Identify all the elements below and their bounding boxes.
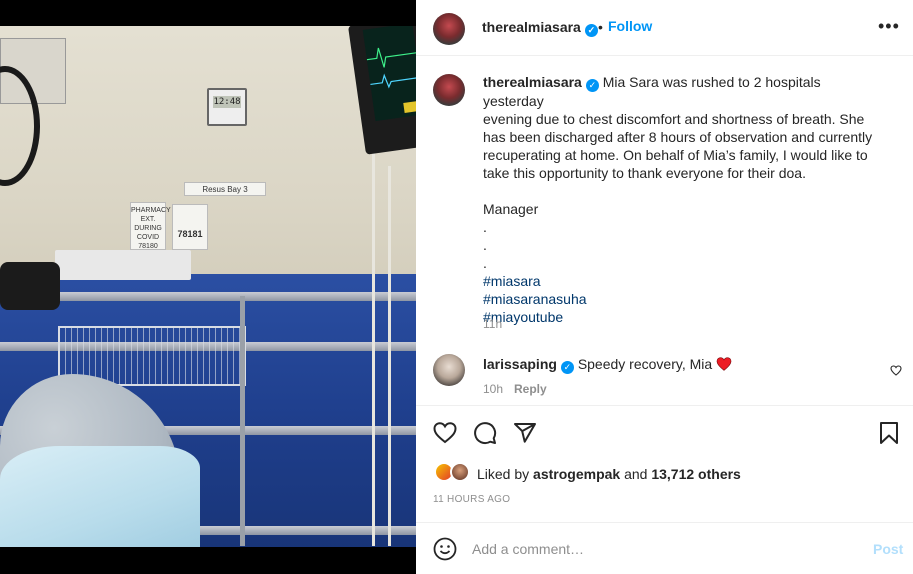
author-avatar[interactable]: [433, 13, 465, 45]
post-photo[interactable]: 12:48 Resus Bay 3 PHARMACY EXT. DURING C…: [0, 0, 416, 574]
caption-line-4: recuperating at home. On behalf of Mia’s…: [483, 147, 868, 163]
separator-dot: •: [598, 19, 603, 35]
hashtag-link[interactable]: #miasaranasuha: [483, 290, 883, 308]
comment-text: Speedy recovery, Mia: [577, 356, 713, 372]
commenter-username[interactable]: larissaping: [483, 356, 557, 372]
caption-signoff: Manager: [483, 201, 539, 217]
caption-line-2: evening due to chest discomfort and shor…: [483, 111, 865, 127]
post-actions: Liked by astrogempak and 13,712 others 1…: [416, 405, 913, 521]
comment-item: larissaping ✓ Speedy recovery, Mia: [483, 356, 732, 374]
comment-like-heart-icon[interactable]: [890, 363, 902, 379]
comment-input[interactable]: [472, 539, 852, 559]
post-caption: therealmiasara ✓ Mia Sara was rushed to 2…: [483, 73, 883, 326]
hashtag-link[interactable]: #miasara: [483, 272, 883, 290]
comment-bubble-icon[interactable]: [473, 421, 497, 448]
caption-dot: .: [483, 219, 487, 235]
sign-pharmacy: PHARMACY EXT. DURING COVID 78180: [130, 202, 171, 250]
instagram-post-modal: 12:48 Resus Bay 3 PHARMACY EXT. DURING C…: [0, 0, 913, 574]
liker-avatar[interactable]: [450, 462, 470, 482]
share-send-icon[interactable]: [513, 421, 537, 448]
sign-extension: 78181: [172, 204, 208, 250]
hashtag-link[interactable]: #miayoutube: [483, 308, 883, 326]
likes-count[interactable]: 13,712 others: [651, 466, 741, 482]
emoji-smiley-icon[interactable]: [433, 537, 457, 564]
liked-by-summary: Liked by astrogempak and 13,712 others: [477, 466, 741, 482]
commenter-avatar[interactable]: [433, 354, 465, 386]
wall-shelf: [55, 250, 191, 280]
post-header: therealmiasara ✓ • Follow •••: [416, 0, 913, 56]
comments-section[interactable]: therealmiasara ✓ Mia Sara was rushed to 2…: [416, 57, 913, 405]
post-side-panel: therealmiasara ✓ • Follow ••• therealmias…: [416, 0, 913, 574]
heart-emoji: [716, 356, 732, 372]
caption-author-avatar[interactable]: [433, 74, 465, 106]
wall-clock: 12:48: [207, 88, 247, 126]
hospital-room-image: 12:48 Resus Bay 3 PHARMACY EXT. DURING C…: [0, 26, 416, 547]
comment-time[interactable]: 10h: [483, 382, 503, 396]
post-timestamp[interactable]: 11 HOURS AGO: [433, 494, 510, 505]
caption-dot: .: [483, 255, 487, 271]
caption-time[interactable]: 11h: [483, 317, 502, 331]
blue-sheet: [0, 446, 200, 547]
caption-line-5: take this opportunity to thank everyone …: [483, 165, 806, 181]
bookmark-save-icon[interactable]: [878, 421, 900, 448]
liked-by-user[interactable]: astrogempak: [533, 466, 620, 482]
sign-resus-bay: Resus Bay 3: [184, 182, 266, 196]
post-comment-button[interactable]: Post: [873, 541, 903, 557]
verified-badge-icon: ✓: [584, 24, 598, 37]
reply-button[interactable]: Reply: [514, 382, 547, 396]
caption-username[interactable]: therealmiasara: [483, 74, 582, 90]
like-heart-icon[interactable]: [433, 421, 457, 448]
add-comment-bar: Post: [416, 522, 913, 574]
verified-badge-icon: ✓: [560, 361, 574, 374]
verified-badge-icon: ✓: [585, 79, 599, 92]
author-username[interactable]: therealmiasara: [482, 19, 581, 35]
caption-dot: .: [483, 237, 487, 253]
caption-line-3: has been discharged after 8 hours of obs…: [483, 129, 873, 145]
more-options-icon[interactable]: •••: [878, 16, 900, 37]
follow-button[interactable]: Follow: [608, 18, 652, 34]
